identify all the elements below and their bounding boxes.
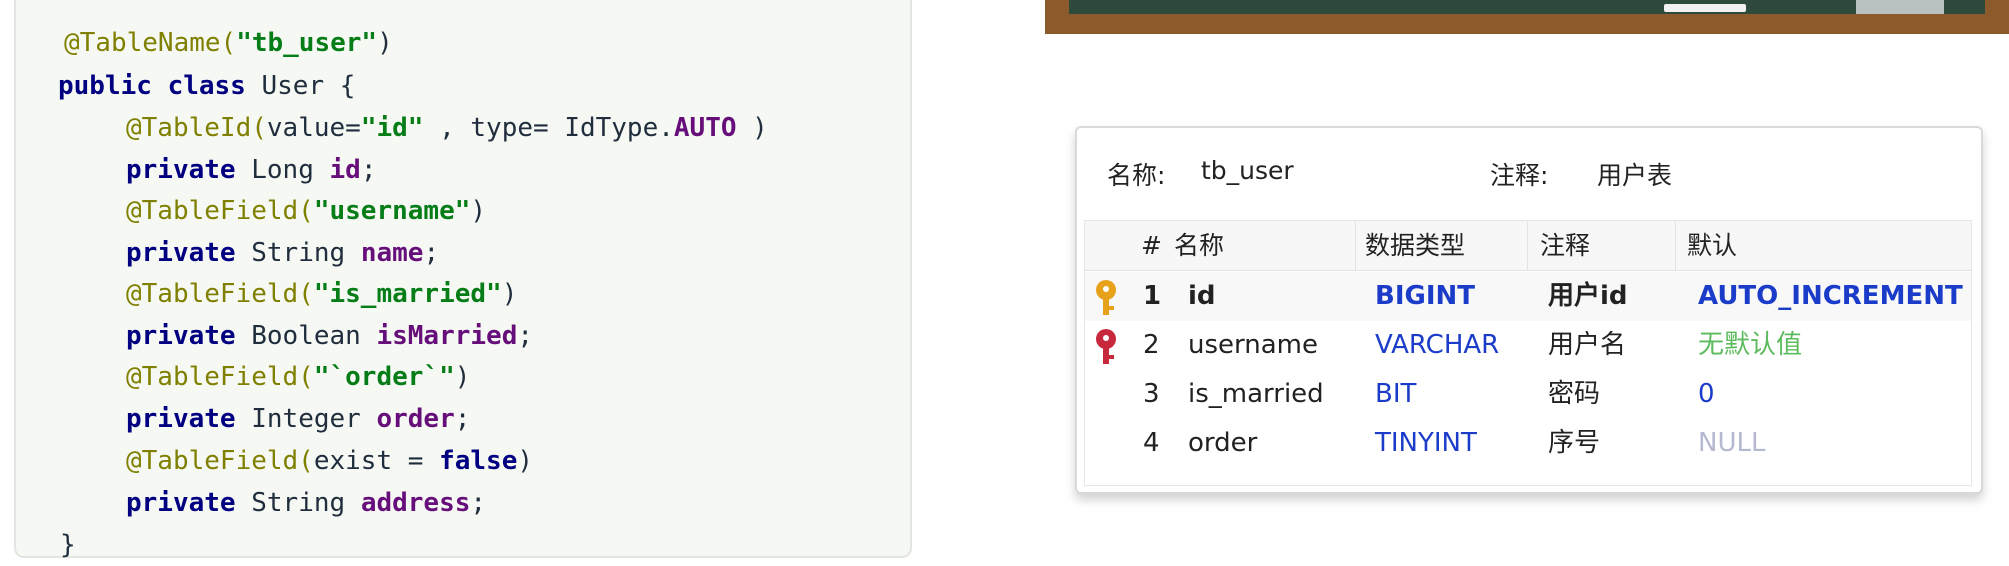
table-name-label: 名称: [1107, 161, 1166, 190]
header-name[interactable]: 名称 [1174, 221, 1224, 270]
code-line-class-decl: public class User { [58, 71, 356, 101]
cell-default: NULL [1698, 428, 1766, 458]
code-line-field-name: private String name; [126, 238, 440, 268]
code-line-annotation-username: @TableField("username") [126, 196, 487, 226]
table-structure-card: 名称: tb_user 注释: 用户表 # 名称 数据类型 注释 默认 1 id B… [1075, 126, 1983, 494]
header-divider [1355, 221, 1356, 270]
chalkboard-surface [1069, 0, 1985, 14]
code-line-field-id: private Long id; [126, 155, 377, 185]
table-row[interactable]: 2 username VARCHAR 用户名 无默认值 [1085, 321, 1971, 370]
cell-num: 4 [1143, 428, 1160, 458]
table-comment-value: 用户表 [1597, 161, 1673, 190]
cell-type: BIGINT [1375, 281, 1476, 311]
cell-num: 2 [1143, 330, 1160, 360]
cell-comment: 用户名 [1548, 330, 1627, 360]
code-line-annotation-exist: @TableField(exist = false) [126, 446, 534, 476]
cell-name: is_married [1188, 379, 1324, 409]
code-line-annotation-order: @TableField("`order`") [126, 362, 471, 392]
header-divider [1675, 221, 1676, 270]
grid-header-row: # 名称 数据类型 注释 默认 [1085, 221, 1971, 271]
cell-name: username [1188, 330, 1318, 360]
header-divider [1527, 221, 1528, 270]
code-line-annotation-is-married: @TableField("is_married") [126, 279, 518, 309]
code-line-annotation-tablename: @TableName("tb_user") [64, 28, 393, 58]
cell-comment: 用户id [1548, 281, 1628, 311]
table-row[interactable]: 1 id BIGINT 用户id AUTO_INCREMENT [1085, 272, 1971, 321]
table-row[interactable]: 3 is_married BIT 密码 0 [1085, 370, 1971, 419]
chalk-piece [1664, 4, 1746, 12]
cell-comment: 序号 [1548, 428, 1601, 458]
chalkboard-frame [1045, 0, 2009, 34]
cell-default: AUTO_INCREMENT [1698, 281, 1963, 311]
cell-type: BIT [1375, 379, 1417, 409]
cell-num: 1 [1143, 281, 1162, 311]
code-line-annotation-tableid: @TableId(value="id" , type= IdType.AUTO … [126, 113, 768, 143]
cell-type: TINYINT [1375, 428, 1477, 458]
header-datatype[interactable]: 数据类型 [1365, 221, 1465, 270]
columns-grid: # 名称 数据类型 注释 默认 1 id BIGINT 用户id AUTO_INCREM… [1084, 220, 1972, 486]
code-line-field-ismarried: private Boolean isMarried; [126, 321, 534, 351]
header-default[interactable]: 默认 [1687, 221, 1737, 270]
table-name-value: tb_user [1201, 156, 1294, 185]
header-comment[interactable]: 注释 [1540, 221, 1590, 270]
primary-key-icon [1096, 280, 1116, 315]
cell-name: order [1188, 428, 1258, 458]
cell-name: id [1188, 281, 1216, 311]
table-comment-label: 注释: [1490, 161, 1549, 190]
table-row[interactable]: 4 order TINYINT 序号 NULL [1085, 419, 1971, 468]
cell-default: 0 [1698, 379, 1715, 409]
code-line-field-order: private Integer order; [126, 404, 471, 434]
cell-comment: 密码 [1548, 379, 1601, 409]
code-panel: @TableName("tb_user") public class User … [14, 0, 912, 560]
code-line-field-address: private String address; [126, 488, 487, 518]
unique-key-icon [1096, 329, 1116, 364]
board-eraser [1856, 0, 1944, 14]
cell-default: 无默认值 [1698, 330, 1803, 360]
cell-num: 3 [1143, 379, 1160, 409]
header-number[interactable]: # [1141, 221, 1162, 270]
code-line-closing-brace: } [60, 530, 76, 560]
cell-type: VARCHAR [1375, 330, 1500, 360]
